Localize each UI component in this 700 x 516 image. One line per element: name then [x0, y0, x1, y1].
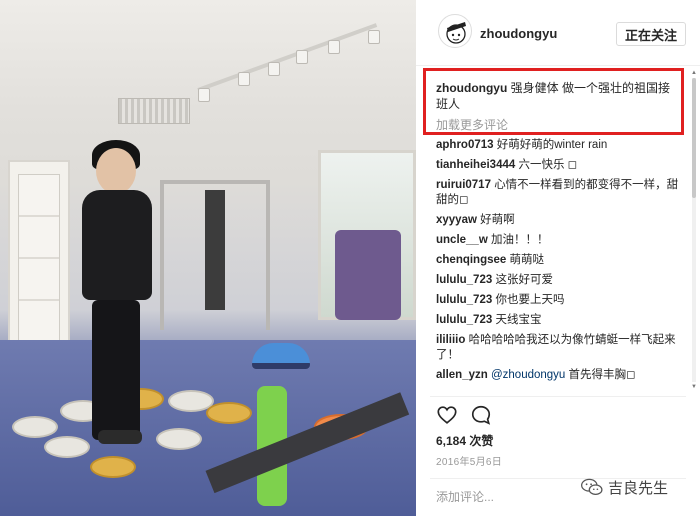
- list-item: lululu_723 这张好可爱: [436, 273, 682, 288]
- list-item: allen_yzn @zhoudongyu 首先得丰胸◻: [436, 368, 682, 383]
- photo-hopscotch-tile: [206, 402, 252, 424]
- photo-lamp: [296, 50, 308, 64]
- photo-lamp: [238, 72, 250, 86]
- likes-count: 6,184 次赞: [436, 434, 494, 448]
- list-item: ililiiio 哈哈哈哈哈我还以为像竹蜻蜓一样飞起来了！: [436, 333, 682, 363]
- wechat-icon: [581, 478, 603, 496]
- list-item: chenqingsee 萌萌哒: [436, 253, 682, 268]
- scrollbar-thumb[interactable]: [692, 78, 696, 198]
- photo-hopscotch-tile: [12, 416, 58, 438]
- list-item: lululu_723 天线宝宝: [436, 313, 682, 328]
- photo-rowing-machine-seat: [335, 230, 401, 320]
- scroll-down-arrow-icon[interactable]: ▼: [691, 384, 697, 390]
- list-item: ruirui0717 心情不一样看到的都变得不一样，甜甜的◻: [436, 178, 682, 208]
- list-item: tianheihei3444 六一快乐 ◻: [436, 158, 682, 173]
- post-date: 2016年5月6日: [436, 457, 503, 468]
- comment-text: 加油！！！: [490, 234, 549, 246]
- photo-lamp: [198, 88, 210, 102]
- following-button[interactable]: 正在关注: [616, 22, 686, 46]
- comment-username[interactable]: ililiiio: [436, 334, 465, 346]
- photo-hopscotch-tile: [90, 456, 136, 478]
- photo-door: [8, 160, 70, 365]
- list-item: lululu_723 你也要上天吗: [436, 293, 682, 308]
- photo-bosu-ball: [252, 343, 310, 369]
- comment-username[interactable]: lululu_723: [436, 314, 492, 326]
- post-header: zhoudongyu 正在关注: [416, 0, 700, 66]
- like-button[interactable]: [436, 404, 458, 426]
- photo-lamp: [328, 40, 340, 54]
- comment-username[interactable]: xyyyaw: [436, 214, 477, 226]
- comment-text: 萌萌哒: [509, 254, 545, 266]
- comment-text: 好萌好萌的winter rain: [496, 139, 608, 151]
- comment-button[interactable]: [470, 404, 492, 426]
- heart-outline-icon: [437, 406, 457, 424]
- photo-person-jacket: [82, 190, 152, 300]
- comment-text: 哈哈哈哈哈我还以为像竹蜻蜓一样飞起来了！: [436, 334, 676, 361]
- comment-text: 首先得丰胸◻: [565, 369, 636, 381]
- photo-lamp: [268, 62, 280, 76]
- add-comment-input[interactable]: [436, 488, 566, 506]
- comment-text: 六一快乐 ◻: [518, 159, 578, 171]
- photo-hopscotch-tile: [156, 428, 202, 450]
- comment-mention[interactable]: @zhoudongyu: [491, 369, 565, 381]
- comment-list: aphro0713 好萌好萌的winter rain tianheihei344…: [436, 138, 682, 388]
- comment-text: 这张好可爱: [495, 274, 553, 286]
- photo-person-legs: [92, 300, 140, 440]
- comment-username[interactable]: lululu_723: [436, 274, 492, 286]
- post-caption: zhoudongyu 强身健体 做一个强壮的祖国接班人: [436, 80, 674, 112]
- comments-scrollbar[interactable]: ▲ ▼: [691, 70, 697, 400]
- comment-username[interactable]: allen_yzn: [436, 369, 488, 381]
- comment-username[interactable]: ruirui0717: [436, 179, 491, 191]
- photo-person-shoes: [98, 430, 142, 444]
- divider: [430, 396, 686, 397]
- caption-username[interactable]: zhoudongyu: [436, 81, 507, 95]
- watermark-text: 吉良先生: [608, 478, 669, 497]
- comment-username[interactable]: uncle__w: [436, 234, 488, 246]
- post-photo: [0, 0, 416, 516]
- comment-text: 天线宝宝: [495, 314, 542, 326]
- load-more-comments-link[interactable]: 加载更多评论: [436, 116, 508, 133]
- comment-text: 你也要上天吗: [495, 294, 565, 306]
- watermark: 吉良先生: [580, 476, 668, 498]
- speech-bubble-icon: [471, 405, 491, 425]
- post-username[interactable]: zhoudongyu: [480, 26, 557, 41]
- list-item: xyyyaw 好萌啊: [436, 213, 682, 228]
- photo-lamp: [368, 30, 380, 44]
- comment-username[interactable]: lululu_723: [436, 294, 492, 306]
- list-item: uncle__w 加油！！！: [436, 233, 682, 248]
- avatar[interactable]: [438, 14, 472, 48]
- comment-username[interactable]: tianheihei3444: [436, 159, 515, 171]
- list-item: aphro0713 好萌好萌的winter rain: [436, 138, 682, 153]
- photo-hopscotch-tile: [44, 436, 90, 458]
- photo-gym-machine-stack: [205, 190, 225, 310]
- comment-username[interactable]: chenqingsee: [436, 254, 506, 266]
- avatar-illustration-icon: [446, 22, 466, 44]
- scroll-up-arrow-icon[interactable]: ▲: [691, 70, 697, 76]
- comment-text: 好萌啊: [480, 214, 515, 226]
- post-sidebar: zhoudongyu 正在关注 zhoudongyu 强身健体 做一个强壮的祖国…: [416, 0, 700, 516]
- photo-air-vent: [118, 98, 190, 124]
- photo-person-head: [96, 148, 136, 194]
- comment-username[interactable]: aphro0713: [436, 139, 494, 151]
